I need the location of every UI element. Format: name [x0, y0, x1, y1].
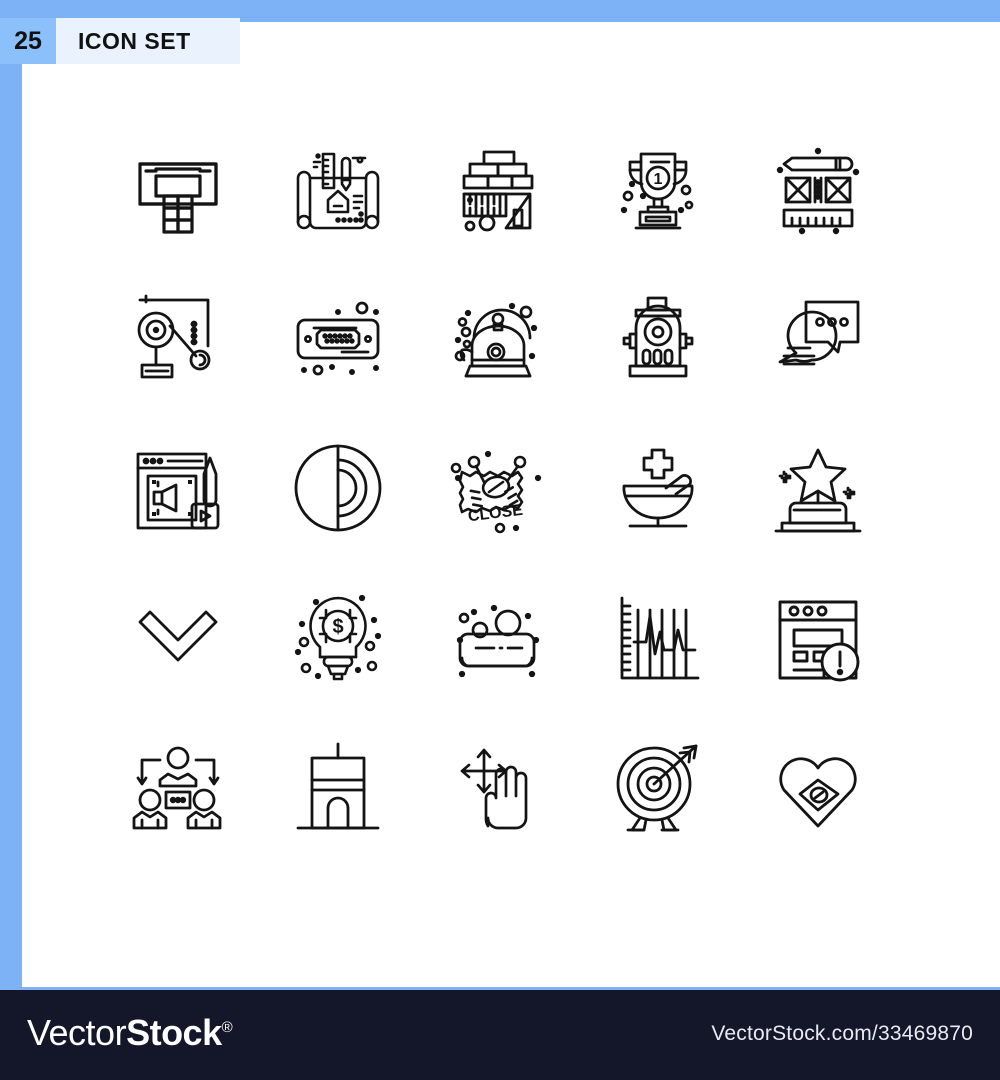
icon-cell-drafting-tools[interactable]	[738, 113, 898, 263]
icon-cell-fire-hydrant[interactable]	[578, 263, 738, 413]
mortar-pestle-icon	[622, 448, 694, 528]
icon-cell-seismograph-chart[interactable]	[578, 563, 738, 713]
svg-text:1: 1	[654, 171, 663, 188]
pulley-crane-icon	[137, 294, 211, 379]
atm-machine-icon	[138, 162, 218, 234]
contrast-circle-icon	[294, 444, 382, 532]
video-editing-window-icon	[136, 452, 220, 530]
icon-cell-tower-building[interactable]	[258, 713, 418, 863]
tower-building-icon	[296, 742, 380, 830]
logo-bold-part: Stock	[126, 1012, 222, 1053]
icon-cell-heart-eye[interactable]	[738, 713, 898, 863]
icon-cell-brick-wall-ruler[interactable]	[418, 113, 578, 263]
icon-cell-mortar-pestle[interactable]	[578, 413, 738, 563]
chat-bubbles-icon	[778, 300, 860, 366]
icon-cell-close-sign[interactable]: CLOSE	[418, 413, 578, 563]
fire-hydrant-icon	[622, 296, 694, 378]
browser-error-icon	[778, 600, 860, 682]
vectorstock-url: VectorStock.com/33469870	[711, 1022, 973, 1045]
icon-cell-team-hierarchy[interactable]	[98, 713, 258, 863]
icon-cell-contrast-circle[interactable]	[258, 413, 418, 563]
heart-eye-icon	[779, 757, 857, 828]
close-sign-icon: CLOSE	[450, 450, 542, 534]
icon-cell-chat-bubbles[interactable]	[738, 263, 898, 413]
icon-cell-target-arrow[interactable]	[578, 713, 738, 863]
brick-wall-ruler-icon	[462, 150, 534, 232]
icon-cell-pulley-crane[interactable]	[98, 263, 258, 413]
idea-money-bulb-icon: $	[294, 594, 382, 681]
target-arrow-icon	[616, 744, 698, 832]
icon-cell-star-award[interactable]	[738, 413, 898, 563]
footer: VectorStock® VectorStock.com/33469870	[0, 990, 1000, 1080]
header: 25 ICON SET	[0, 18, 240, 64]
logo-light-part: Vector	[27, 1012, 127, 1053]
icon-cell-video-editing[interactable]	[98, 413, 258, 563]
icon-cell-drag-hand-gesture[interactable]	[418, 713, 578, 863]
icon-grid: 1 CLOSE $	[98, 113, 898, 863]
seismograph-chart-icon	[620, 596, 700, 680]
icon-cell-vga-port[interactable]	[258, 263, 418, 413]
registered-mark: ®	[221, 1019, 233, 1036]
icon-cell-soap-bubbles[interactable]	[418, 563, 578, 713]
vga-port-icon	[296, 301, 380, 376]
drag-hand-gesture-icon	[460, 748, 528, 830]
trophy-first-place-icon: 1	[620, 152, 694, 230]
chevron-down-icon	[138, 610, 218, 662]
star-award-icon	[774, 448, 862, 533]
icon-count-badge: 25	[0, 18, 56, 64]
icon-cell-blueprint-house[interactable]	[258, 113, 418, 263]
blueprint-house-icon	[296, 152, 380, 230]
team-hierarchy-icon	[132, 746, 222, 830]
page-title: ICON SET	[56, 18, 240, 64]
vectorstock-logo: VectorStock®	[27, 1012, 233, 1054]
pencil-ruler-wireframe-icon	[776, 147, 860, 235]
icon-cell-kettle-steam[interactable]	[418, 263, 578, 413]
svg-text:$: $	[332, 616, 343, 638]
icon-cell-atm-machine[interactable]	[98, 113, 258, 263]
soap-bubbles-icon	[456, 604, 540, 678]
kettle-steam-icon	[454, 302, 538, 378]
icon-cell-trophy-first-place[interactable]: 1	[578, 113, 738, 263]
icon-cell-idea-money-bulb[interactable]: $	[258, 563, 418, 713]
icon-cell-browser-error[interactable]	[738, 563, 898, 713]
icon-cell-chevron-down[interactable]	[98, 563, 258, 713]
